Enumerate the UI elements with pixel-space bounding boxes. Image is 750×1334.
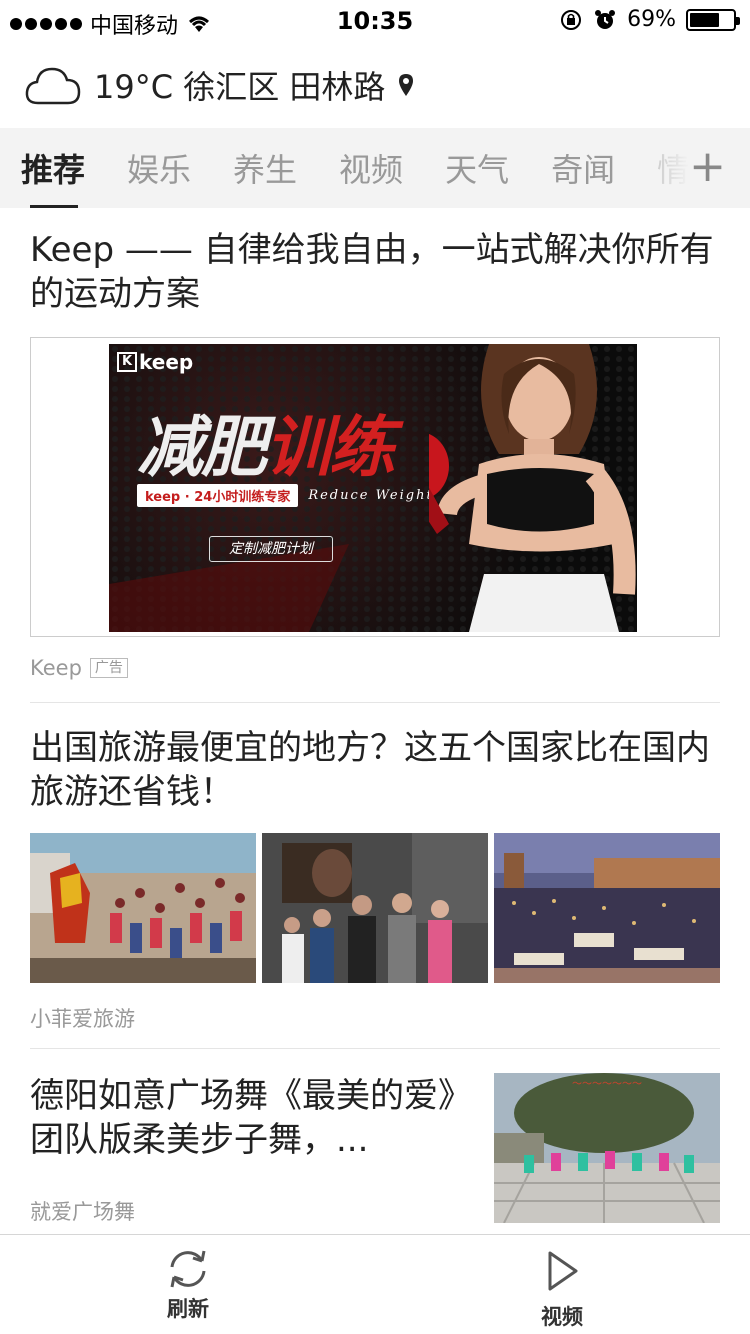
article-title: 德阳如意广场舞《最美的爱》团队版柔美步子舞，... [30, 1076, 455, 1160]
divider [30, 1048, 720, 1049]
ad-headline-white: 减肥 [137, 409, 267, 486]
refresh-icon [170, 1250, 206, 1288]
ad-cta-button[interactable]: 定制减肥计划 [209, 536, 333, 562]
athlete-illustration [429, 344, 636, 632]
plus-icon[interactable]: + [689, 142, 726, 192]
refresh-button[interactable]: 刷新 [128, 1245, 248, 1323]
rotation-lock-icon [561, 9, 582, 30]
category-tabs: 推荐 娱乐 养生 视频 天气 奇闻 情 + [0, 128, 750, 208]
tab-label: 推荐 [21, 151, 86, 189]
article-title: Keep —— 自律给我自由，一站式解决你所有的运动方案 [30, 230, 714, 314]
cloud-icon [25, 67, 81, 105]
ad-headline: 减肥训练 [137, 394, 395, 490]
tab-label: 养生 [233, 151, 298, 189]
battery-icon [686, 8, 740, 31]
tab-label: 天气 [445, 151, 510, 189]
ad-tag: 广告 [89, 658, 128, 678]
article-meta: Keep 广告 [30, 656, 720, 680]
tab-video[interactable]: 视频 [318, 128, 424, 208]
ad-headline-red: 训练 [265, 409, 395, 486]
video-button[interactable]: 视频 [502, 1249, 622, 1331]
tab-label: 视频 [339, 151, 404, 189]
tab-label: 奇闻 [551, 151, 616, 189]
weather-text: 19°C 徐汇区 田林路 [94, 68, 386, 106]
travel-photo-crowd[interactable] [30, 833, 256, 983]
article-travel[interactable]: 出国旅游最便宜的地方？这五个国家比在国内旅游还省钱！ [30, 726, 720, 814]
refresh-label: 刷新 [167, 1297, 209, 1321]
ad-subtitle: Reduce Weight [308, 488, 434, 503]
keep-logo: Kkeep [117, 350, 193, 374]
battery-percent: 69% [627, 7, 676, 32]
tab-health[interactable]: 养生 [212, 128, 318, 208]
ad-banner: Kkeep 减肥训练 keep · 24小时训练专家 Reduce Weight… [109, 344, 637, 632]
ad-image[interactable]: Kkeep 减肥训练 keep · 24小时训练专家 Reduce Weight… [30, 337, 720, 637]
article-source: 就爱广场舞 [30, 1200, 135, 1224]
article-ad-keep[interactable]: Keep —— 自律给我自由，一站式解决你所有的运动方案 [30, 228, 720, 316]
bottom-bar: 刷新 视频 [0, 1234, 750, 1334]
tab-label: 情 [657, 151, 690, 189]
article-source: Keep [30, 656, 82, 680]
location-pin-icon [399, 74, 414, 96]
divider [30, 702, 720, 703]
tab-entertainment[interactable]: 娱乐 [106, 128, 212, 208]
travel-photo-tourists[interactable] [262, 833, 488, 983]
play-icon [548, 1251, 578, 1291]
tab-recommend[interactable]: 推荐 [0, 128, 106, 208]
article-square-dance[interactable]: 德阳如意广场舞《最美的爱》团队版柔美步子舞，... [30, 1074, 470, 1162]
keep-logo-letter: K [117, 352, 137, 372]
tab-label: 娱乐 [127, 151, 192, 189]
status-bar: 中国移动 10:35 69% [0, 0, 750, 40]
article-meta: 小菲爱旅游 [30, 1003, 720, 1033]
keep-logo-text: keep [139, 350, 194, 374]
status-right: 69% [559, 7, 740, 32]
ad-subline: keep · 24小时训练专家 Reduce Weight [137, 484, 434, 507]
alarm-icon [595, 9, 616, 29]
weather-bar[interactable]: 19°C 徐汇区 田林路 [24, 60, 415, 110]
video-label: 视频 [541, 1305, 583, 1329]
tab-oddities[interactable]: 奇闻 [530, 128, 636, 208]
article-meta: 就爱广场舞 [30, 1196, 720, 1226]
ad-badge: keep · 24小时训练专家 [137, 484, 299, 507]
svg-text:～～～～～～～: ～～～～～～～ [572, 1079, 642, 1090]
article-title: 出国旅游最便宜的地方？这五个国家比在国内旅游还省钱！ [30, 728, 710, 812]
tab-weather[interactable]: 天气 [424, 128, 530, 208]
travel-photo-night-market[interactable] [494, 833, 720, 983]
article-source: 小菲爱旅游 [30, 1007, 135, 1031]
